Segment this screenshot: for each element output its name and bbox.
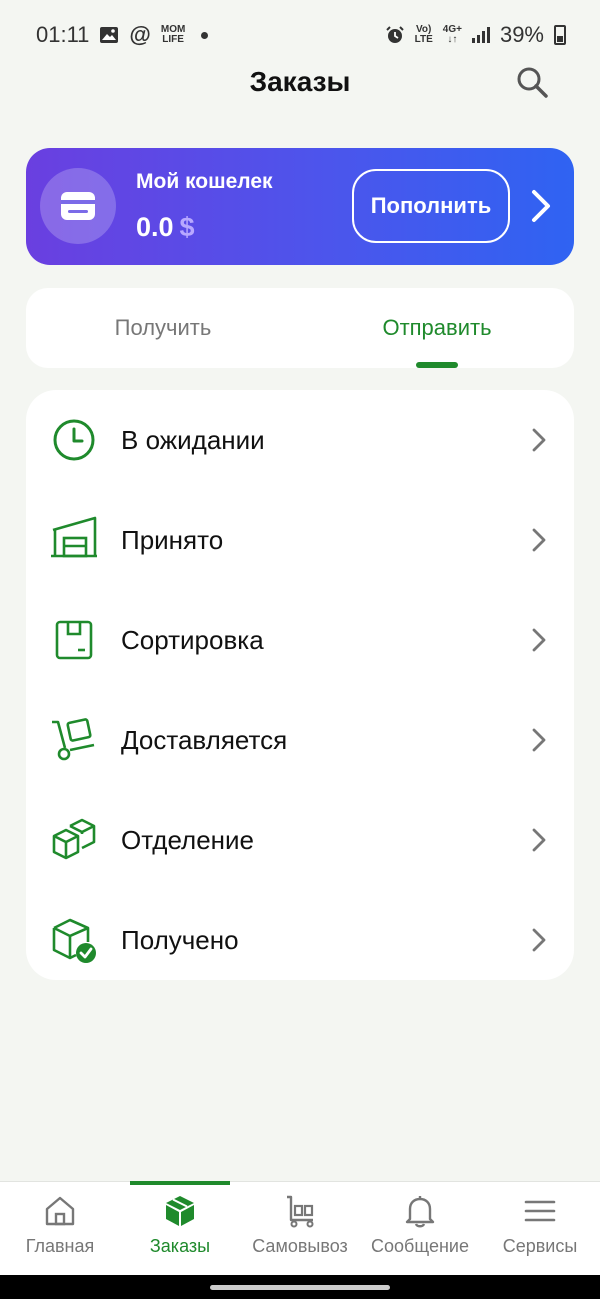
clock-icon <box>53 419 95 461</box>
wallet-title: Мой кошелек <box>136 170 273 193</box>
status-item-accepted[interactable]: Принято <box>26 490 574 590</box>
at-icon: @ <box>129 22 151 47</box>
wallet-amount-value: 0.0 <box>136 212 174 242</box>
menu-icon <box>524 1200 556 1222</box>
status-label: В ожидании <box>121 424 265 455</box>
status-label: Принято <box>121 524 224 555</box>
nav-label: Самовывоз <box>252 1236 348 1256</box>
boxes-icon <box>52 818 96 860</box>
tab-receive-label: Получить <box>114 315 212 340</box>
chevron-right-icon <box>532 428 546 452</box>
box-check-icon <box>52 918 96 963</box>
nav-item-home[interactable]: Главная <box>0 1182 120 1275</box>
battery-icon <box>554 25 566 45</box>
order-status-list: В ожидании Принято Сортировка Доставляет… <box>26 390 574 980</box>
status-item-delivering[interactable]: Доставляется <box>26 690 574 790</box>
search-icon[interactable] <box>514 64 550 100</box>
status-label: Доставляется <box>121 724 288 755</box>
warehouse-icon <box>51 516 97 558</box>
nav-label: Заказы <box>149 1236 211 1256</box>
image-icon <box>100 27 119 43</box>
wallet-icon <box>61 192 95 220</box>
status-label: Получено <box>121 924 239 955</box>
orders-screen: 01:11 @ MOM LIFE Vo) LTE 4G+ ↓↑ 39% Зака… <box>0 0 600 1299</box>
topup-button[interactable]: Пополнить <box>352 169 510 243</box>
wallet-icon-wrapper <box>40 168 116 244</box>
bottom-nav: Главная Заказы Самовывоз Сообщение Серви… <box>0 1181 600 1275</box>
cart-icon <box>287 1195 314 1228</box>
status-time: 01:11 <box>36 22 90 47</box>
battery-percent: 39% <box>499 22 544 47</box>
nav-active-indicator <box>130 1181 230 1185</box>
status-item-received[interactable]: Получено <box>26 890 574 990</box>
nav-item-pickup[interactable]: Самовывоз <box>240 1182 360 1275</box>
signal-icon <box>471 27 490 43</box>
momlife-icon: MOM LIFE <box>160 24 186 45</box>
status-label: Отделение <box>121 824 255 855</box>
tab-active-indicator <box>416 362 458 368</box>
box-icon <box>55 620 93 660</box>
system-gesture-bar <box>0 1275 600 1299</box>
tab-send[interactable]: Отправить <box>300 288 574 368</box>
chevron-right-icon <box>532 928 546 952</box>
wallet-card[interactable]: Мой кошелек 0.0 $ Пополнить <box>26 148 574 265</box>
tab-send-label: Отправить <box>382 315 492 340</box>
header: Заказы <box>0 60 600 108</box>
status-item-pending[interactable]: В ожидании <box>26 390 574 490</box>
orders-tabs: Получить Отправить <box>26 288 574 368</box>
chevron-right-icon[interactable] <box>526 188 556 224</box>
status-item-branch[interactable]: Отделение <box>26 790 574 890</box>
wallet-balance: 0.0 $ <box>136 212 195 243</box>
status-label: Сортировка <box>121 624 264 655</box>
nav-label: Сервисы <box>502 1236 578 1256</box>
package-icon <box>166 1196 194 1226</box>
chevron-right-icon <box>532 528 546 552</box>
nav-label: Сообщение <box>371 1236 469 1256</box>
tab-receive[interactable]: Получить <box>26 288 300 368</box>
hand-truck-icon <box>52 718 95 761</box>
notification-dot-icon <box>201 31 209 39</box>
status-bar-right: Vo) LTE 4G+ ↓↑ 39% <box>385 22 566 48</box>
page-title: Заказы <box>249 66 351 97</box>
status-item-sorting[interactable]: Сортировка <box>26 590 574 690</box>
volte-icon: Vo) LTE <box>414 24 433 45</box>
bell-icon <box>405 1196 435 1228</box>
chevron-right-icon <box>532 628 546 652</box>
nav-label: Главная <box>25 1236 95 1256</box>
chevron-right-icon <box>532 728 546 752</box>
home-icon <box>45 1196 75 1226</box>
chevron-right-icon <box>532 828 546 852</box>
alarm-icon <box>385 26 404 43</box>
wallet-currency: $ <box>179 212 195 242</box>
network-icon: 4G+ ↓↑ <box>442 24 462 45</box>
nav-item-orders[interactable]: Заказы <box>120 1181 240 1275</box>
nav-item-services[interactable]: Сервисы <box>480 1182 600 1275</box>
nav-item-messages[interactable]: Сообщение <box>360 1182 480 1275</box>
home-gesture-handle[interactable] <box>210 1285 390 1290</box>
status-bar-left: 01:11 @ MOM LIFE <box>36 22 209 48</box>
